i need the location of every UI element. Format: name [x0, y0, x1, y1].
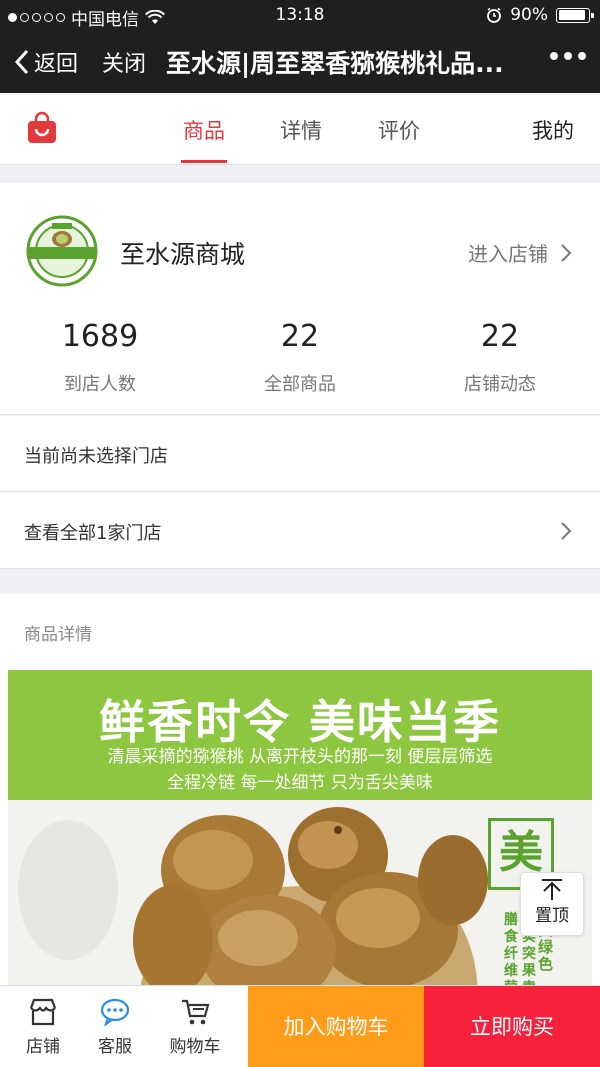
more-icon[interactable]: [550, 52, 586, 60]
enter-shop-link[interactable]: 进入店铺: [468, 238, 572, 267]
stat-value: 22: [480, 319, 520, 354]
current-store-row: 当前尚未选择门店: [0, 416, 600, 492]
current-store-text: 当前尚未选择门店: [24, 446, 168, 467]
active-tab-indicator: [181, 160, 227, 163]
shop-card: 至水源商城 进入店铺 1689 到店人数 22 全部商品 22 店铺动态: [0, 183, 600, 415]
shop-logo[interactable]: [24, 213, 100, 289]
customer-service-label: 客服: [98, 1037, 132, 1057]
battery-icon: [556, 7, 594, 23]
banner-subtitle-line1: 清晨采摘的猕猴桃 从离开枝头的那一刻 便层层筛选: [107, 747, 493, 767]
enter-shop-label: 进入店铺: [468, 242, 548, 266]
page-title: 至水源|周至翠香猕猴桃礼品...: [166, 49, 504, 78]
cart-button[interactable]: 购物车: [160, 986, 230, 1067]
tab-reviews[interactable]: 评价: [378, 115, 420, 145]
tab-details[interactable]: 详情: [280, 115, 322, 145]
chevron-right-icon: [561, 522, 572, 540]
stat-label: 全部商品: [264, 374, 336, 395]
back-label: 返回: [34, 52, 79, 77]
tab-goods[interactable]: 商品: [183, 115, 225, 145]
close-button[interactable]: 关闭: [102, 46, 146, 78]
status-bar: 中国电信 13:18 90%: [0, 0, 600, 30]
stat-visitors: 1689 到店人数: [0, 319, 200, 396]
shop-button[interactable]: 店铺: [8, 986, 78, 1067]
battery-percent: 90%: [510, 5, 548, 25]
bottom-action-bar: 店铺 客服 购物车 加入购物车 立即购买: [0, 985, 600, 1067]
chevron-right-icon: [561, 243, 572, 262]
stat-label: 到店人数: [64, 374, 136, 395]
tab-bar: 商品 详情 评价 我的: [0, 93, 600, 165]
shop-button-label: 店铺: [26, 1037, 60, 1057]
stat-label: 店铺动态: [464, 374, 536, 395]
back-to-top-label: 置顶: [535, 906, 569, 926]
banner-subtitle-line2: 全程冷链 每一处细节 只为舌尖美味: [167, 773, 433, 793]
shop-name: 至水源商城: [120, 240, 246, 269]
shop-icon: [29, 998, 57, 1026]
cart-button-label: 购物车: [169, 1037, 221, 1057]
buy-now-button[interactable]: 立即购买: [424, 986, 600, 1067]
shopping-cart-icon: [182, 999, 210, 1025]
back-to-top-button[interactable]: 置顶: [520, 872, 584, 936]
arrow-up-icon: [542, 879, 562, 900]
chevron-left-icon: [14, 49, 29, 75]
stat-value: 22: [280, 319, 320, 354]
view-all-stores-row[interactable]: 查看全部1家门店: [0, 493, 600, 569]
tab-mine[interactable]: 我的: [532, 115, 574, 145]
stat-value: 1689: [61, 319, 139, 354]
view-all-stores-text: 查看全部1家门店: [24, 523, 162, 544]
back-button[interactable]: 返回: [14, 46, 78, 78]
customer-service-button[interactable]: 客服: [80, 986, 150, 1067]
section-title: 商品详情: [24, 625, 92, 645]
alarm-icon: [487, 7, 502, 23]
product-banner-image: 鲜香时令 美味当季 清晨采摘的猕猴桃 从离开枝头的那一刻 便层层筛选 全程冷链 …: [8, 670, 592, 1000]
nav-bar: 返回 关闭 至水源|周至翠香猕猴桃礼品...: [0, 30, 600, 93]
shopping-bag-icon[interactable]: [25, 111, 59, 145]
stat-shop-updates[interactable]: 22 店铺动态: [400, 319, 600, 396]
product-detail-section: 商品详情 鲜香时令 美味当季 清晨采摘的猕猴桃 从离开枝头的那一刻 便层层筛选 …: [0, 594, 600, 1000]
stat-all-products[interactable]: 22 全部商品: [200, 319, 400, 396]
add-to-cart-button[interactable]: 加入购物车: [248, 986, 424, 1067]
chat-bubble-icon: [100, 998, 130, 1026]
